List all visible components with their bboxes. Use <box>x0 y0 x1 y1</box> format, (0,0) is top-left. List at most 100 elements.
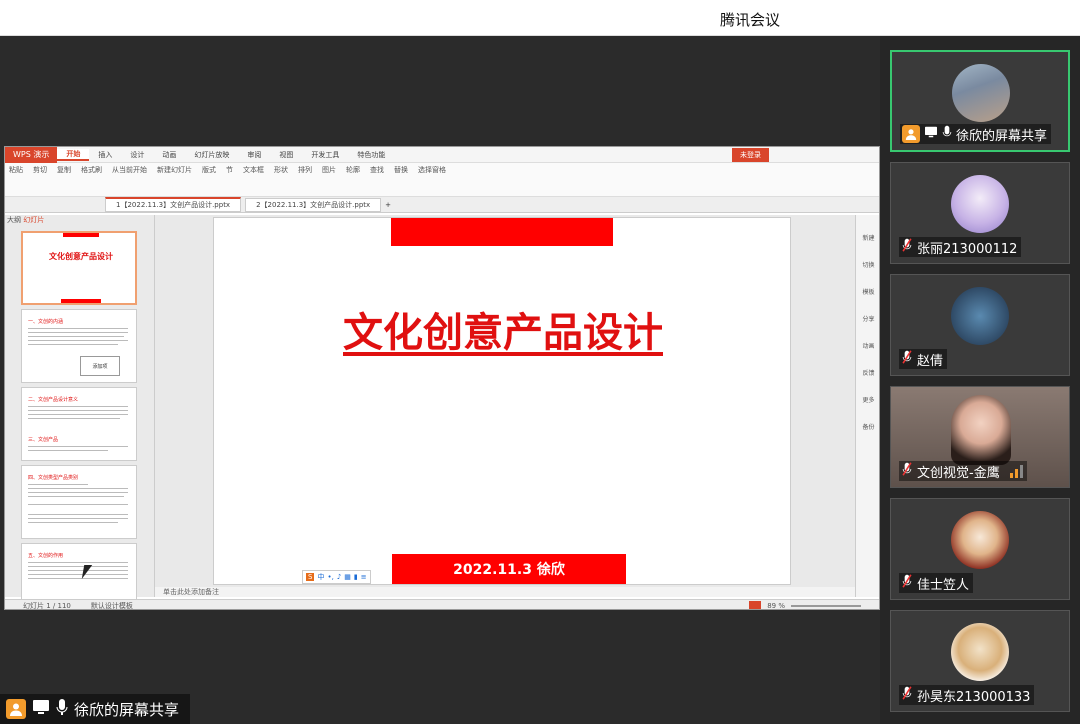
mic-icon <box>56 698 68 720</box>
side-tool-animation[interactable]: 动画 <box>856 341 879 350</box>
participant-name: 徐欣的屏幕共享 <box>900 124 1052 144</box>
login-button[interactable]: 未登录 <box>732 147 769 162</box>
thumb3-sub: 三、文创产品 <box>28 437 59 443</box>
tab-outline[interactable]: 大纲 <box>7 216 21 224</box>
ime-skin-icon: ▮ <box>353 573 358 581</box>
ribbon-layout[interactable]: 版式 <box>202 165 216 175</box>
doc-tab-2[interactable]: 2【2022.11.3】文创产品设计.pptx <box>245 197 382 212</box>
screen-share-badge: 徐欣的屏幕共享 <box>0 694 190 724</box>
ribbon-cut[interactable]: 剪切 <box>33 165 47 175</box>
slide-thumb-3[interactable]: 3 二、文创产品设计意义 三、文创产品 <box>21 387 137 461</box>
menu-view[interactable]: 视图 <box>270 150 302 160</box>
new-tab-button[interactable]: + <box>385 201 391 209</box>
tab-slides[interactable]: 幻灯片 <box>23 216 44 224</box>
ribbon-format-painter[interactable]: 格式刷 <box>81 165 102 175</box>
mic-muted-icon <box>901 462 913 480</box>
participant-tile-1[interactable]: 徐欣的屏幕共享 <box>890 50 1070 152</box>
slide-thumb-2[interactable]: 2 一、文创的内涵 添加项 <box>21 309 137 383</box>
participant-name-text: 张丽213000112 <box>917 241 1018 257</box>
ribbon-section[interactable]: 节 <box>226 165 233 175</box>
side-tool-backup[interactable]: 备份 <box>856 422 879 431</box>
side-tool-feedback[interactable]: 反馈 <box>856 368 879 377</box>
slide-panel-header: 大纲 幻灯片 <box>5 215 154 227</box>
participant-tile-4[interactable]: 文创视觉-金鹰 <box>890 386 1070 488</box>
side-tool-switch[interactable]: 切换 <box>856 260 879 269</box>
thumb2-heading: 一、文创的内涵 <box>28 319 64 325</box>
avatar <box>951 287 1009 345</box>
menu-animation[interactable]: 动画 <box>153 150 185 160</box>
participant-name: 赵倩 <box>899 349 948 369</box>
slide-thumb-1[interactable]: 1 文化创意产品设计 <box>21 231 137 305</box>
video-feed <box>951 395 1011 465</box>
ime-keyboard-icon: ▦ <box>344 573 351 581</box>
ime-toolbar[interactable]: S 中 •, ♪ ▦ ▮ ≡ <box>302 570 371 584</box>
ribbon-textbox[interactable]: 文本框 <box>243 165 264 175</box>
participant-tile-6[interactable]: 孙昊东213000133 <box>890 610 1070 712</box>
task-pane: 新建 切换 模板 分享 动画 反馈 更多 备份 <box>855 215 879 597</box>
menu-features[interactable]: 特色功能 <box>348 150 394 160</box>
participant-name-text: 赵倩 <box>917 353 944 369</box>
slide-top-bar <box>391 218 613 246</box>
ribbon-picture[interactable]: 图片 <box>322 165 336 175</box>
ime-mic-icon: ♪ <box>336 573 342 581</box>
participant-name: 佳士笠人 <box>899 573 974 593</box>
zoom-controls: 89 % <box>749 601 861 610</box>
thumb2-button: 添加项 <box>80 356 120 376</box>
thumb5-heading: 五、文创的作用 <box>28 553 64 559</box>
menu-design[interactable]: 设计 <box>121 150 153 160</box>
notes-area[interactable]: 单击此处添加备注 <box>155 587 855 597</box>
thumb3-heading: 二、文创产品设计意义 <box>28 397 79 403</box>
ribbon-new-slide[interactable]: 新建幻灯片 <box>157 165 192 175</box>
status-bar: 幻灯片 1 / 110 默认设计模板 89 % <box>5 599 879 610</box>
side-tool-more[interactable]: 更多 <box>856 395 879 404</box>
ribbon-find[interactable]: 查找 <box>370 165 384 175</box>
ribbon-shape[interactable]: 形状 <box>274 165 288 175</box>
doc-tab-1[interactable]: 1【2022.11.3】文创产品设计.pptx <box>105 197 242 212</box>
side-tool-template[interactable]: 模板 <box>856 287 879 296</box>
ime-logo-icon: S <box>306 573 315 581</box>
current-slide[interactable]: 文化创意产品设计 2022.11.3 徐欣 S 中 •, ♪ ▦ ▮ ≡ <box>213 217 791 585</box>
mic-muted-icon <box>901 574 913 592</box>
participant-name: 孙昊东213000133 <box>899 685 1035 705</box>
zoom-slider[interactable] <box>791 604 861 607</box>
menu-insert[interactable]: 插入 <box>89 150 121 160</box>
menu-review[interactable]: 审阅 <box>238 150 270 160</box>
zoom-level[interactable]: 89 % <box>767 602 785 610</box>
slide-date-author: 2022.11.3 徐欣 <box>392 554 626 584</box>
play-icon[interactable] <box>749 601 762 609</box>
mic-icon <box>942 125 952 143</box>
signal-strength-icon <box>1009 464 1023 478</box>
ribbon-play-from-current[interactable]: 从当前开始 <box>112 165 147 175</box>
status-theme: 默认设计模板 <box>90 601 133 610</box>
mic-muted-icon <box>901 686 913 704</box>
participant-name-text: 文创视觉-金鹰 <box>917 465 1000 481</box>
wps-brand-menu[interactable]: WPS 演示 <box>5 147 58 163</box>
ribbon-selection-pane[interactable]: 选择窗格 <box>418 165 446 175</box>
ribbon-outline[interactable]: 轮廓 <box>346 165 360 175</box>
title-bar: 腾讯会议 <box>0 0 1080 36</box>
ribbon-replace[interactable]: 替换 <box>394 165 408 175</box>
side-tool-new[interactable]: 新建 <box>856 233 879 242</box>
ribbon-arrange[interactable]: 排列 <box>298 165 312 175</box>
menu-slideshow[interactable]: 幻灯片放映 <box>185 150 238 160</box>
slide-canvas: 文化创意产品设计 2022.11.3 徐欣 S 中 •, ♪ ▦ ▮ ≡ <box>155 215 855 587</box>
thumb1-title: 文化创意产品设计 <box>49 252 113 261</box>
share-label: 徐欣的屏幕共享 <box>74 700 180 719</box>
participant-tile-2[interactable]: 张丽213000112 <box>890 162 1070 264</box>
avatar <box>951 511 1009 569</box>
side-tool-share[interactable]: 分享 <box>856 314 879 323</box>
window-title: 腾讯会议 <box>720 11 781 29</box>
slide-thumb-4[interactable]: 4 四、文创类型产品类别 <box>21 465 137 539</box>
user-icon <box>6 699 26 719</box>
mic-muted-icon <box>901 350 913 368</box>
avatar <box>951 175 1009 233</box>
ribbon-copy[interactable]: 复制 <box>57 165 71 175</box>
menu-devtools[interactable]: 开发工具 <box>302 150 348 160</box>
ribbon-paste[interactable]: 粘贴 <box>9 165 23 175</box>
participant-tile-5[interactable]: 佳士笠人 <box>890 498 1070 600</box>
status-page: 幻灯片 1 / 110 <box>23 601 71 610</box>
menu-home[interactable]: 开始 <box>57 148 90 161</box>
thumb4-heading: 四、文创类型产品类别 <box>28 475 79 481</box>
participant-tile-3[interactable]: 赵倩 <box>890 274 1070 376</box>
participant-panel: 徐欣的屏幕共享 张丽213000112 赵倩 文创视觉-金鹰 佳士笠人 孙昊东2… <box>880 36 1080 724</box>
